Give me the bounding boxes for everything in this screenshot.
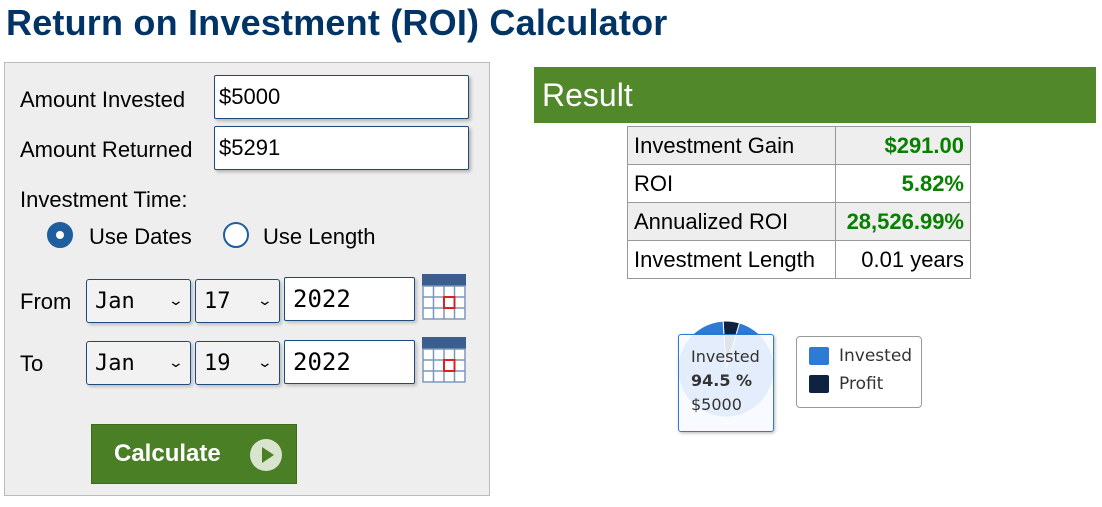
chevron-down-icon: ⌄ xyxy=(256,355,274,371)
to-day-select[interactable]: 19 ⌄ xyxy=(195,341,280,385)
legend-item-invested[interactable]: Invested xyxy=(809,346,912,366)
from-calendar-icon[interactable] xyxy=(422,274,466,320)
from-day-select[interactable]: 17 ⌄ xyxy=(195,279,280,323)
legend-item-profit[interactable]: Profit xyxy=(809,374,883,394)
use-dates-radio[interactable] xyxy=(47,222,73,248)
play-arrow-icon xyxy=(250,439,282,471)
from-label: From xyxy=(20,289,72,314)
amount-returned-label: Amount Returned xyxy=(20,137,193,162)
investment-time-label: Investment Time: xyxy=(20,187,188,212)
use-length-radio[interactable] xyxy=(223,222,249,248)
tooltip-value: $5000 xyxy=(691,395,742,414)
calculator-form-panel: Amount Invested Amount Returned Investme… xyxy=(4,62,490,496)
chevron-down-icon: ⌄ xyxy=(167,355,185,371)
to-label: To xyxy=(20,351,44,376)
investment-length-value: 0.01 years xyxy=(835,240,971,279)
investment-gain-label: Investment Gain xyxy=(627,126,836,165)
from-month-select[interactable]: Jan ⌄ xyxy=(86,279,191,323)
from-day-value: 17 xyxy=(204,288,231,314)
roi-label: ROI xyxy=(627,164,836,203)
result-header: Result xyxy=(534,67,1096,123)
table-row: Investment Gain $291.00 xyxy=(627,126,971,165)
table-row: ROI 5.82% xyxy=(627,164,971,203)
annualized-roi-value: 28,526.99% xyxy=(835,202,971,241)
legend-swatch-invested xyxy=(809,347,829,365)
to-month-value: Jan xyxy=(95,350,135,376)
amount-returned-input[interactable] xyxy=(214,126,469,170)
calculate-label: Calculate xyxy=(114,440,221,467)
amount-invested-label: Amount Invested xyxy=(20,87,186,112)
investment-length-label: Investment Length xyxy=(627,240,836,279)
table-row: Annualized ROI 28,526.99% xyxy=(627,202,971,241)
legend-label-profit: Profit xyxy=(839,374,884,394)
table-row: Investment Length 0.01 years xyxy=(627,240,971,279)
annualized-roi-label: Annualized ROI xyxy=(627,202,836,241)
from-month-value: Jan xyxy=(95,288,135,314)
amount-invested-input[interactable] xyxy=(214,75,469,119)
investment-gain-value: $291.00 xyxy=(835,126,971,165)
to-year-value: 2022 xyxy=(293,348,351,376)
use-dates-label[interactable]: Use Dates xyxy=(89,224,192,250)
from-year-input[interactable]: 2022 xyxy=(284,277,415,321)
roi-value: 5.82% xyxy=(835,164,971,203)
to-calendar-icon[interactable] xyxy=(422,337,466,383)
chart-legend: Invested Profit xyxy=(796,336,922,408)
from-year-value: 2022 xyxy=(293,285,351,313)
result-table: Investment Gain $291.00 ROI 5.82% Annual… xyxy=(627,126,971,279)
page-title: Return on Investment (ROI) Calculator xyxy=(6,2,668,43)
legend-swatch-profit xyxy=(809,375,829,393)
pie-tooltip: Invested 94.5 % $5000 xyxy=(678,334,774,432)
legend-label-invested: Invested xyxy=(839,346,913,366)
chevron-down-icon: ⌄ xyxy=(167,293,185,309)
to-month-select[interactable]: Jan ⌄ xyxy=(86,341,191,385)
to-year-input[interactable]: 2022 xyxy=(284,340,415,384)
calculate-button[interactable]: Calculate xyxy=(91,424,297,484)
use-length-label[interactable]: Use Length xyxy=(263,224,376,250)
chevron-down-icon: ⌄ xyxy=(256,293,274,309)
to-day-value: 19 xyxy=(204,350,231,376)
tooltip-label: Invested xyxy=(691,347,760,366)
result-title: Result xyxy=(542,76,633,113)
tooltip-percent: 94.5 % xyxy=(691,371,753,390)
